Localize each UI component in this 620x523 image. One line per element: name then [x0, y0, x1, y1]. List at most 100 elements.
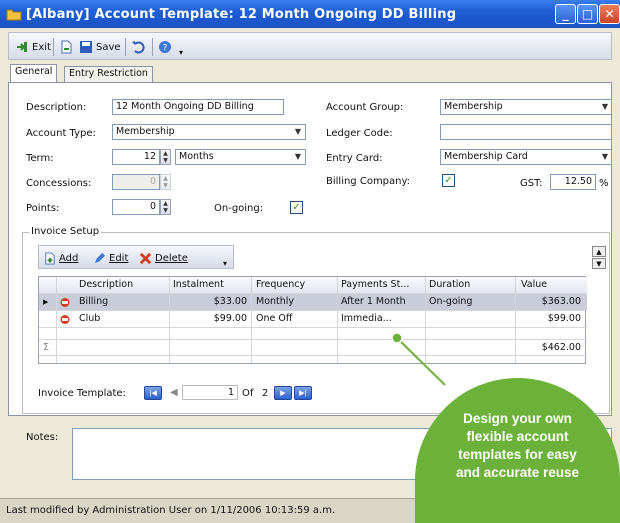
- grid-total-row: Σ $462.00: [39, 339, 587, 356]
- grid-divider: [251, 277, 252, 363]
- callout-line: and accurate reuse: [455, 465, 580, 480]
- ledger-code-label: Ledger Code:: [326, 128, 393, 139]
- tab-entry-restriction[interactable]: Entry Restriction: [64, 66, 153, 82]
- column-header[interactable]: Frequency: [256, 279, 332, 290]
- delete-label: Delete: [155, 252, 188, 264]
- edit-label: Edit: [109, 252, 129, 264]
- callout-line: flexible account: [466, 429, 569, 444]
- toolbar-divider: [53, 38, 54, 56]
- main-toolbar: Exit Save ? ▾: [8, 32, 612, 60]
- entry-card-select[interactable]: Membership Card: [440, 149, 612, 165]
- help-button[interactable]: ?: [158, 38, 172, 56]
- table-row[interactable]: Club $99.00 One Off Immedia... $99.00: [39, 311, 587, 328]
- row-duration: On-going: [429, 296, 473, 307]
- term-stepper[interactable]: ▲ ▼: [160, 149, 171, 165]
- column-header[interactable]: Value: [521, 279, 581, 290]
- prev-page-icon[interactable]: ◀: [170, 387, 178, 398]
- column-header[interactable]: Duration: [429, 279, 499, 290]
- undo-button[interactable]: [131, 38, 145, 56]
- description-input[interactable]: 12 Month Ongoing DD Billing: [112, 99, 284, 115]
- delete-button[interactable]: Delete: [139, 249, 188, 267]
- row-value: $99.00: [547, 313, 581, 324]
- invoice-scroll-buttons: ▲ ▼: [592, 246, 608, 270]
- last-page-button[interactable]: ▶|: [294, 386, 312, 400]
- row-payments-start: Immedia...: [341, 313, 392, 324]
- account-group-select[interactable]: Membership: [440, 99, 612, 115]
- column-header[interactable]: Description: [79, 279, 159, 290]
- exit-icon: [17, 42, 27, 52]
- invoice-toolbar: Add Edit Delete ▾: [38, 245, 234, 269]
- chevron-down-icon[interactable]: ▼: [598, 99, 612, 115]
- page-number-input[interactable]: 1: [182, 385, 238, 400]
- next-page-button[interactable]: ▶: [274, 386, 292, 400]
- account-type-label: Account Type:: [26, 128, 96, 139]
- status-text: Last modified by Administration User on …: [6, 505, 336, 516]
- page-of-label: Of: [242, 388, 254, 399]
- column-header[interactable]: Payments St...: [341, 279, 421, 290]
- delete-icon: [139, 252, 152, 264]
- new-document-icon: [61, 40, 72, 54]
- toolbar-divider: [152, 38, 153, 56]
- ongoing-label: On-going:: [214, 203, 264, 214]
- toolbar-overflow-icon[interactable]: ▾: [179, 43, 183, 61]
- entry-card-label: Entry Card:: [326, 153, 383, 164]
- invoice-setup-title: Invoice Setup: [29, 226, 102, 237]
- tab-general[interactable]: General: [10, 64, 58, 82]
- invoice-grid: Description Instalment Frequency Payment…: [38, 276, 587, 364]
- billing-company-checkbox[interactable]: ✓: [442, 174, 455, 187]
- gst-unit: %: [599, 178, 609, 189]
- table-row[interactable]: ▶ Billing $33.00 Monthly After 1 Month O…: [39, 294, 587, 311]
- new-button[interactable]: [59, 38, 73, 56]
- tab-strip: General Entry Restriction: [8, 64, 612, 82]
- row-payments-start: After 1 Month: [341, 296, 406, 307]
- points-label: Points:: [26, 203, 60, 214]
- save-button[interactable]: Save: [79, 38, 121, 56]
- toolbar-overflow-icon[interactable]: ▾: [223, 254, 227, 272]
- scroll-down-icon[interactable]: ▼: [592, 258, 606, 269]
- row-instalment: $99.00: [213, 313, 247, 324]
- exit-button[interactable]: Exit: [15, 38, 51, 56]
- add-button[interactable]: Add: [43, 249, 78, 267]
- chevron-down-icon[interactable]: ▼: [598, 149, 612, 165]
- maximize-button[interactable]: □: [577, 4, 598, 24]
- term-unit-select[interactable]: Months: [175, 149, 306, 165]
- points-stepper[interactable]: ▲ ▼: [160, 199, 171, 215]
- chevron-down-icon[interactable]: ▼: [291, 149, 305, 165]
- page-total: 2: [262, 388, 269, 399]
- undo-icon: [132, 41, 145, 54]
- row-pointer-icon: ▶: [43, 298, 49, 306]
- add-label: Add: [59, 252, 79, 264]
- minimize-button[interactable]: _: [555, 4, 576, 24]
- column-header[interactable]: Instalment: [173, 279, 251, 290]
- toolbar-divider: [125, 38, 126, 56]
- account-type-select[interactable]: Membership: [112, 124, 306, 140]
- term-input[interactable]: 12: [112, 149, 160, 165]
- notes-label: Notes:: [26, 432, 59, 443]
- floppy-disk-icon: [80, 41, 92, 53]
- grid-divider: [337, 277, 338, 363]
- help-icon: ?: [159, 41, 171, 54]
- callout-line: Design your own: [463, 411, 572, 426]
- concessions-label: Concessions:: [26, 178, 92, 189]
- grid-total-value: $462.00: [541, 342, 581, 353]
- gst-input[interactable]: 12.50: [550, 174, 596, 190]
- row-frequency: One Off: [256, 313, 293, 324]
- edit-button[interactable]: Edit: [93, 249, 128, 267]
- grid-divider: [169, 277, 170, 363]
- points-input[interactable]: 0: [112, 199, 160, 215]
- ongoing-checkbox[interactable]: ✓: [290, 201, 303, 214]
- concessions-input: 0: [112, 174, 160, 190]
- add-icon: [45, 251, 55, 265]
- close-button[interactable]: ✕: [599, 4, 620, 24]
- row-description: Club: [79, 313, 101, 324]
- invoice-line-icon: [60, 298, 70, 307]
- scroll-up-icon[interactable]: ▲: [592, 246, 606, 257]
- grid-divider: [425, 277, 426, 363]
- sum-icon: Σ: [43, 342, 50, 353]
- chevron-down-icon[interactable]: ▼: [291, 124, 305, 140]
- save-label: Save: [96, 41, 121, 53]
- exit-label: Exit: [32, 41, 51, 53]
- first-page-button[interactable]: |◀: [144, 386, 162, 400]
- ledger-code-input[interactable]: [440, 124, 612, 140]
- row-value: $363.00: [541, 296, 581, 307]
